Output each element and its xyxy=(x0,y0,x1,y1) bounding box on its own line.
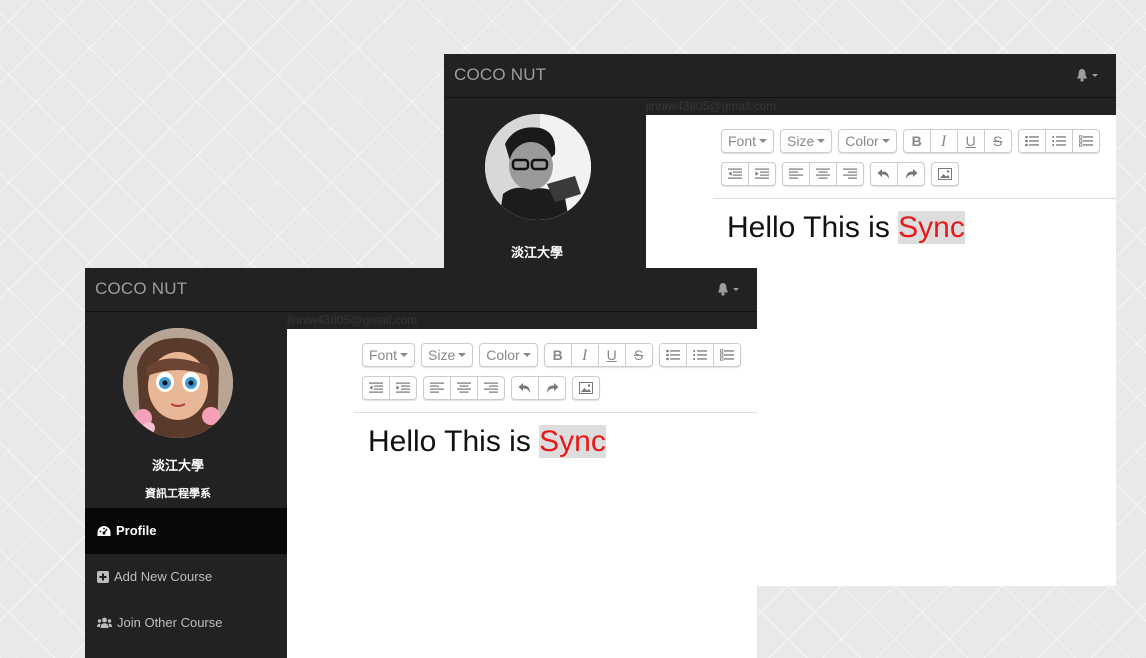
caret-down-icon xyxy=(759,139,768,144)
user-name: 淡江大學 xyxy=(151,458,204,473)
sidebar-item-label: Profile xyxy=(116,523,157,538)
italic-button[interactable]: I xyxy=(931,131,958,153)
color-dropdown[interactable]: Color xyxy=(479,343,538,367)
align-center-icon[interactable] xyxy=(810,163,837,185)
text-style-group: BIUS xyxy=(543,343,653,367)
align-center-icon[interactable] xyxy=(451,377,478,399)
user-email: jinniw43805@gmail.com xyxy=(287,312,757,329)
users-icon xyxy=(97,617,112,628)
sidebar-item-join-other-course[interactable]: Join Other Course xyxy=(85,600,287,646)
synced-highlight: Sync xyxy=(539,425,606,458)
color-dropdown[interactable]: Color xyxy=(838,129,897,153)
navbar: COCO NUT xyxy=(85,268,757,312)
editor-toolbar: Font Size Color B I U S xyxy=(362,343,752,409)
size-label: Size xyxy=(428,347,456,363)
font-dropdown[interactable]: Font xyxy=(362,343,416,367)
media-group xyxy=(931,162,959,186)
editor-content[interactable]: Hello This is Sync xyxy=(368,425,606,459)
size-dropdown[interactable]: Size xyxy=(780,129,833,153)
align-left-icon[interactable] xyxy=(783,163,810,185)
bullet-list-icon[interactable] xyxy=(660,344,687,366)
align-group xyxy=(782,162,864,186)
color-label: Color xyxy=(486,347,520,363)
strikethrough-button[interactable]: S xyxy=(985,130,1011,152)
editor-toolbar: Font Size Color B I U S xyxy=(721,129,1111,195)
outdent-icon[interactable] xyxy=(363,377,390,399)
sidebar-item-label: Add New Course xyxy=(114,569,213,584)
user-email: jinniw43805@gmail.com xyxy=(646,98,1116,115)
plus-square-icon xyxy=(97,570,109,583)
editor-panel: Font Size Color B I U S Hello This is Sync xyxy=(287,329,757,658)
numbered-list-icon[interactable] xyxy=(687,344,714,366)
caret-down-icon xyxy=(817,139,826,144)
dashboard-icon xyxy=(97,525,111,536)
notification-bell-icon[interactable] xyxy=(717,281,741,297)
sidebar-item-profile[interactable]: Profile xyxy=(85,508,287,554)
caret-down-icon xyxy=(458,353,467,358)
outdent-icon[interactable] xyxy=(722,163,749,185)
indent-group xyxy=(721,162,776,186)
underline-button[interactable]: U xyxy=(599,344,626,366)
font-label: Font xyxy=(728,133,757,149)
redo-icon[interactable] xyxy=(539,377,565,399)
align-right-icon[interactable] xyxy=(837,163,863,185)
navbar: COCO NUT xyxy=(444,54,1116,98)
avatar[interactable] xyxy=(123,328,233,438)
caret-down-icon xyxy=(400,353,409,358)
redo-icon[interactable] xyxy=(898,163,924,185)
list-group xyxy=(658,343,741,367)
sidebar-item-label: Join Other Course xyxy=(117,615,223,630)
sidebar-menu: Profile Add New Course Join Other Course xyxy=(85,508,287,646)
notification-bell-icon[interactable] xyxy=(1076,67,1100,83)
media-group xyxy=(572,376,600,400)
align-right-icon[interactable] xyxy=(478,377,504,399)
caret-down-icon xyxy=(522,353,531,358)
app-window-front: COCO NUT 淡江大學 資訊工程學系 Profile Add New Cou… xyxy=(85,268,757,658)
bullet-list-icon[interactable] xyxy=(1019,130,1046,152)
italic-button[interactable]: I xyxy=(572,345,599,367)
undo-icon[interactable] xyxy=(871,163,898,185)
editor-text: Hello This is xyxy=(727,211,899,244)
size-label: Size xyxy=(787,133,815,149)
bold-button[interactable]: B xyxy=(545,344,572,366)
brand-logo-text[interactable]: COCO NUT xyxy=(454,65,546,85)
strikethrough-button[interactable]: S xyxy=(626,344,652,366)
user-department: 資訊工程學系 xyxy=(145,488,211,500)
user-name: 淡江大學 xyxy=(510,245,563,260)
align-left-icon[interactable] xyxy=(424,377,451,399)
indent-group xyxy=(362,376,417,400)
editor-text: Hello This is xyxy=(368,425,540,458)
history-group xyxy=(511,376,566,400)
color-label: Color xyxy=(845,133,879,149)
size-dropdown[interactable]: Size xyxy=(421,343,474,367)
numbered-list-icon[interactable] xyxy=(1046,130,1073,152)
indent-icon[interactable] xyxy=(749,163,775,185)
underline-button[interactable]: U xyxy=(958,130,985,152)
align-group xyxy=(423,376,505,400)
undo-icon[interactable] xyxy=(512,377,539,399)
text-style-group: BIUS xyxy=(902,129,1012,153)
sidebar-item-add-new-course[interactable]: Add New Course xyxy=(85,554,287,600)
font-label: Font xyxy=(369,347,398,363)
history-group xyxy=(870,162,925,186)
checklist-icon[interactable] xyxy=(1073,130,1099,152)
synced-highlight: Sync xyxy=(898,211,965,244)
caret-down-icon xyxy=(881,139,890,144)
insert-image-icon[interactable] xyxy=(573,377,599,399)
insert-image-icon[interactable] xyxy=(932,163,958,185)
divider xyxy=(713,198,1116,199)
sidebar: 淡江大學 資訊工程學系 Profile Add New Course Join … xyxy=(85,312,287,658)
brand-logo-text[interactable]: COCO NUT xyxy=(95,279,187,299)
list-group xyxy=(1017,129,1100,153)
indent-icon[interactable] xyxy=(390,377,416,399)
avatar[interactable] xyxy=(485,114,591,220)
font-dropdown[interactable]: Font xyxy=(721,129,775,153)
divider xyxy=(354,412,757,413)
checklist-icon[interactable] xyxy=(714,344,740,366)
editor-content[interactable]: Hello This is Sync xyxy=(727,211,965,245)
bold-button[interactable]: B xyxy=(904,130,931,152)
